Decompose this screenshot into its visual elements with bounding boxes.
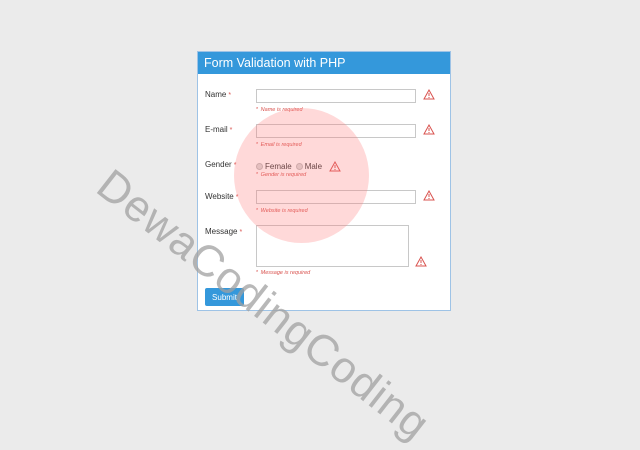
required-mark: * <box>229 127 233 134</box>
gender-radio-group: Female Male <box>256 161 341 172</box>
form-title: Form Validation with PHP <box>198 52 450 74</box>
required-mark: * <box>235 194 239 201</box>
website-error: * Website is required <box>256 208 308 214</box>
name-error: * Name is required <box>256 107 303 113</box>
required-mark: * <box>239 229 243 236</box>
required-mark: * <box>228 92 232 99</box>
gender-male-radio[interactable] <box>295 163 303 170</box>
gender-female-label: Female <box>265 162 292 171</box>
warning-triangle-icon <box>423 190 435 201</box>
gender-female-radio[interactable] <box>256 163 263 170</box>
required-mark: * <box>233 162 237 169</box>
message-label: Message * <box>205 227 243 236</box>
name-label: Name * <box>205 90 232 99</box>
submit-button[interactable]: Submit <box>205 288 244 306</box>
form-card: Form Validation with PHP Name * * Name is… <box>197 51 451 311</box>
email-input[interactable] <box>256 124 416 138</box>
email-error: * Email is required <box>256 142 302 148</box>
warning-triangle-icon <box>329 161 341 172</box>
warning-triangle-icon <box>423 89 435 100</box>
website-label: Website * <box>205 192 239 201</box>
gender-male-label: Male <box>304 162 323 171</box>
name-input[interactable] <box>256 89 416 103</box>
website-input[interactable] <box>256 190 416 204</box>
gender-error: * Gender is required <box>256 172 307 178</box>
gender-label: Gender * <box>205 160 237 169</box>
message-error: * Message is required <box>256 270 311 276</box>
warning-triangle-icon <box>423 124 435 135</box>
email-label: E-mail * <box>205 125 233 134</box>
message-textarea[interactable] <box>256 225 409 267</box>
warning-triangle-icon <box>415 256 427 267</box>
